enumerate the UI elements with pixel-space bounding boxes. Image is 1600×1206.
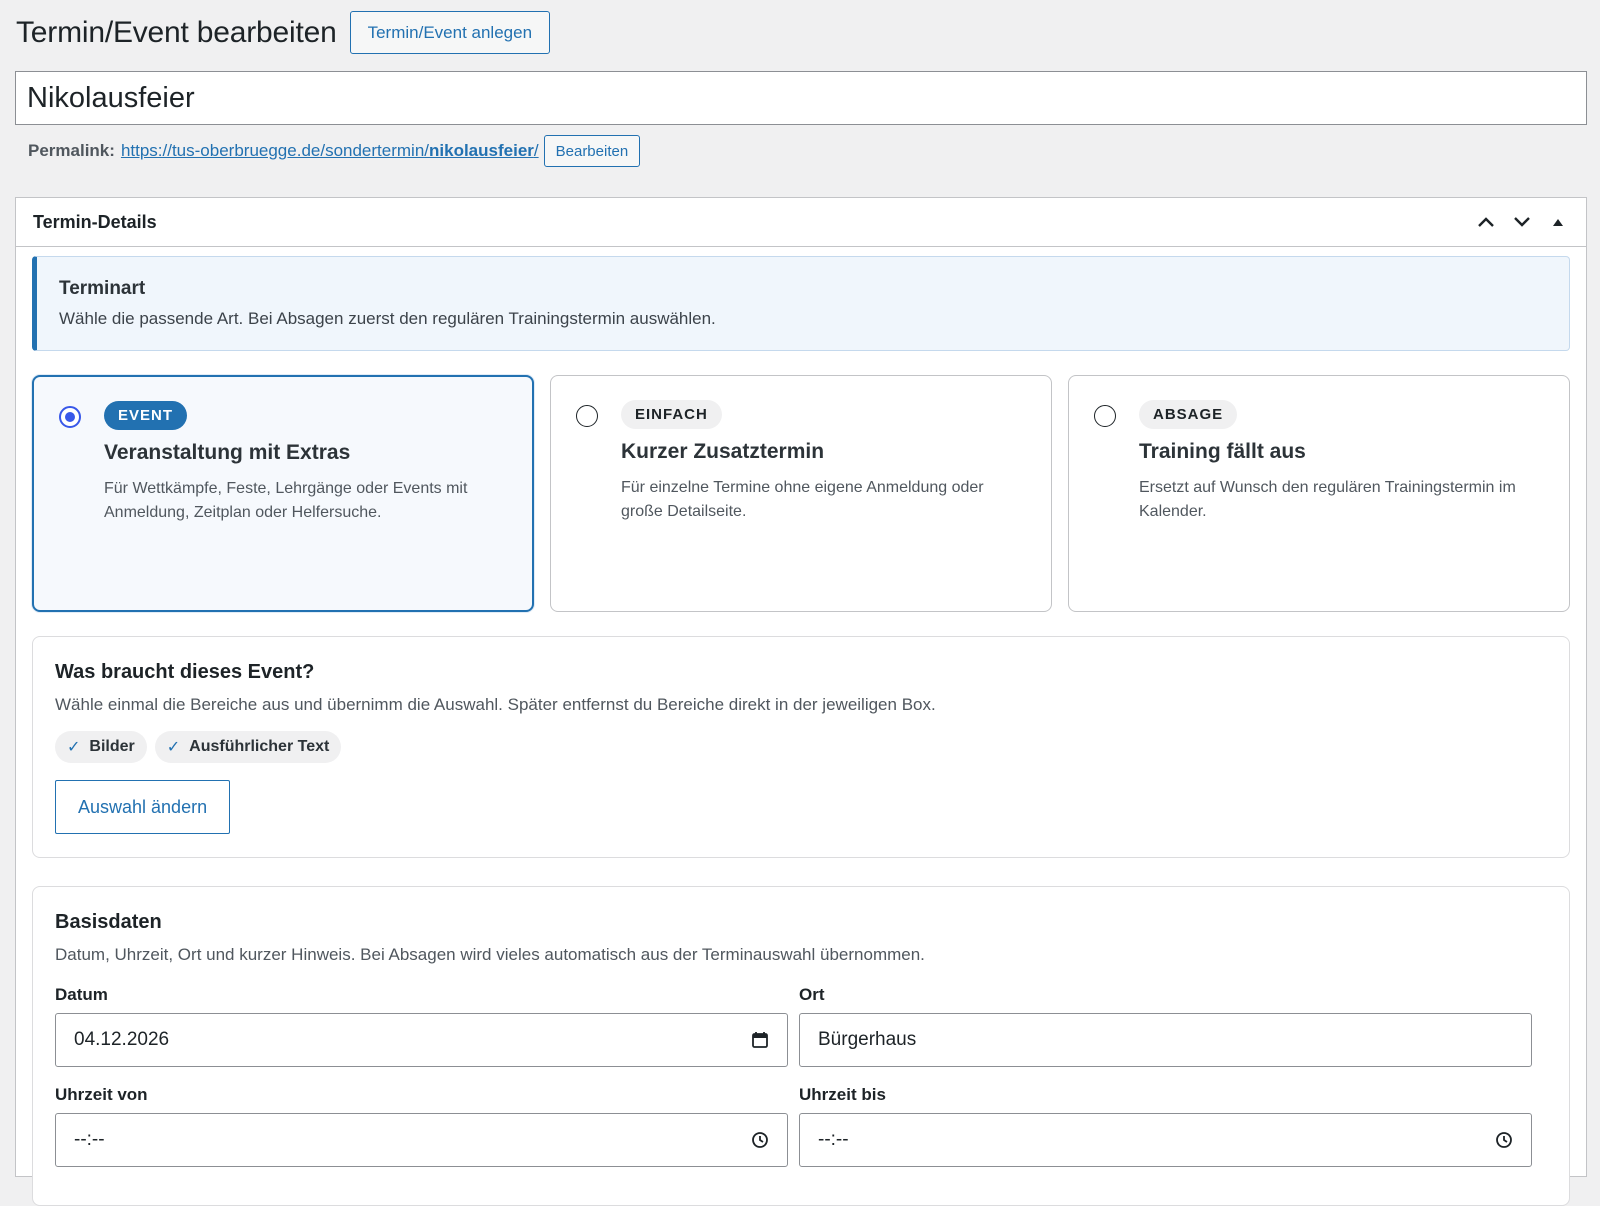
place-field: Ort Bürgerhaus: [799, 985, 1532, 1067]
permalink-link[interactable]: https://tus-oberbruegge.de/sondertermin/…: [121, 141, 539, 161]
place-value: Bürgerhaus: [818, 1029, 917, 1050]
time-from-field: Uhrzeit von --:--: [55, 1085, 788, 1167]
permalink-row: Permalink: https://tus-oberbruegge.de/so…: [28, 135, 641, 167]
card-title-einfach: Kurzer Zusatztermin: [621, 440, 825, 463]
type-card-absage[interactable]: ABSAGE Training fällt aus Ersetzt auf Wu…: [1068, 375, 1570, 612]
time-to-value: --:--: [818, 1129, 849, 1150]
terminart-notice: Terminart Wähle die passende Art. Bei Ab…: [32, 256, 1570, 351]
chip-bilder: ✓ Bilder: [55, 731, 147, 763]
badge-event: EVENT: [104, 401, 188, 430]
clock-icon[interactable]: [751, 1131, 769, 1149]
badge-absage: ABSAGE: [1139, 400, 1238, 429]
card-title-absage: Training fällt aus: [1139, 440, 1306, 463]
triangle-up-icon[interactable]: [1547, 217, 1569, 227]
metabox-controls: [1475, 216, 1569, 228]
add-new-event-button[interactable]: Termin/Event anlegen: [349, 11, 551, 54]
notice-text: Wähle die passende Art. Bei Absagen zuer…: [59, 309, 716, 328]
metabox-title: Termin-Details: [33, 211, 157, 232]
chip-ausfuehrlicher-text: ✓ Ausführlicher Text: [154, 731, 342, 763]
place-input[interactable]: Bürgerhaus: [799, 1013, 1532, 1067]
check-icon: ✓: [166, 739, 181, 756]
card-desc-event: Für Wettkämpfe, Feste, Lehrgänge oder Ev…: [104, 480, 468, 521]
needs-chips: ✓ Bilder ✓ Ausführlicher Text: [55, 731, 342, 763]
needs-section: Was braucht dieses Event? Wähle einmal d…: [32, 636, 1570, 858]
page-title: Termin/Event bearbeiten: [16, 15, 337, 49]
chevron-up-icon[interactable]: [1475, 216, 1497, 228]
time-from-value: --:--: [74, 1129, 105, 1150]
time-to-label: Uhrzeit bis: [799, 1085, 886, 1104]
edit-permalink-button[interactable]: Bearbeiten: [543, 135, 641, 167]
chip-label: Ausführlicher Text: [189, 738, 330, 755]
needs-title: Was braucht dieses Event?: [55, 661, 315, 683]
radio-event[interactable]: [59, 406, 81, 428]
termin-details-metabox: Termin-Details Terminart Wähle die passe…: [15, 197, 1587, 1206]
basis-title: Basisdaten: [55, 911, 162, 933]
chevron-down-icon[interactable]: [1511, 216, 1533, 228]
radio-absage[interactable]: [1094, 405, 1116, 427]
type-card-event[interactable]: EVENT Veranstaltung mit Extras Für Wettk…: [32, 375, 534, 612]
card-title-event: Veranstaltung mit Extras: [104, 441, 351, 464]
notice-title: Terminart: [59, 278, 146, 299]
date-field: Datum 04.12.2026: [55, 985, 788, 1067]
basis-desc: Datum, Uhrzeit, Ort und kurzer Hinweis. …: [55, 945, 925, 964]
change-selection-button[interactable]: Auswahl ändern: [55, 780, 231, 834]
permalink-url-end: /: [533, 141, 539, 160]
type-card-einfach[interactable]: EINFACH Kurzer Zusatztermin Für einzelne…: [550, 375, 1052, 612]
date-input[interactable]: 04.12.2026: [55, 1013, 788, 1067]
calendar-icon[interactable]: [751, 1031, 769, 1049]
post-title-input[interactable]: [15, 71, 1587, 125]
check-icon: ✓: [67, 739, 81, 756]
page-header: Termin/Event bearbeiten Termin/Event anl…: [16, 11, 551, 54]
permalink-slug: nikolausfeier: [429, 141, 534, 160]
permalink-url-base: https://tus-oberbruegge.de/sondertermin/: [120, 141, 430, 160]
time-from-label: Uhrzeit von: [55, 1085, 148, 1104]
date-value: 04.12.2026: [74, 1029, 170, 1050]
needs-desc: Wähle einmal die Bereiche aus und überni…: [55, 695, 936, 714]
basisdaten-section: Basisdaten Datum, Uhrzeit, Ort und kurze…: [32, 886, 1570, 1206]
time-to-input[interactable]: --:--: [799, 1113, 1532, 1167]
badge-einfach: EINFACH: [621, 400, 722, 429]
time-to-field: Uhrzeit bis --:--: [799, 1085, 1532, 1167]
metabox-header: Termin-Details: [16, 198, 1586, 247]
time-from-input[interactable]: --:--: [55, 1113, 788, 1167]
date-label: Datum: [55, 985, 108, 1004]
radio-einfach[interactable]: [576, 405, 598, 427]
chip-label: Bilder: [89, 738, 135, 755]
permalink-label: Permalink:: [28, 141, 115, 160]
clock-icon[interactable]: [1495, 1131, 1513, 1149]
card-desc-einfach: Für einzelne Termine ohne eigene Anmeldu…: [621, 479, 984, 520]
card-desc-absage: Ersetzt auf Wunsch den regulären Trainin…: [1139, 479, 1516, 520]
place-label: Ort: [799, 985, 825, 1004]
